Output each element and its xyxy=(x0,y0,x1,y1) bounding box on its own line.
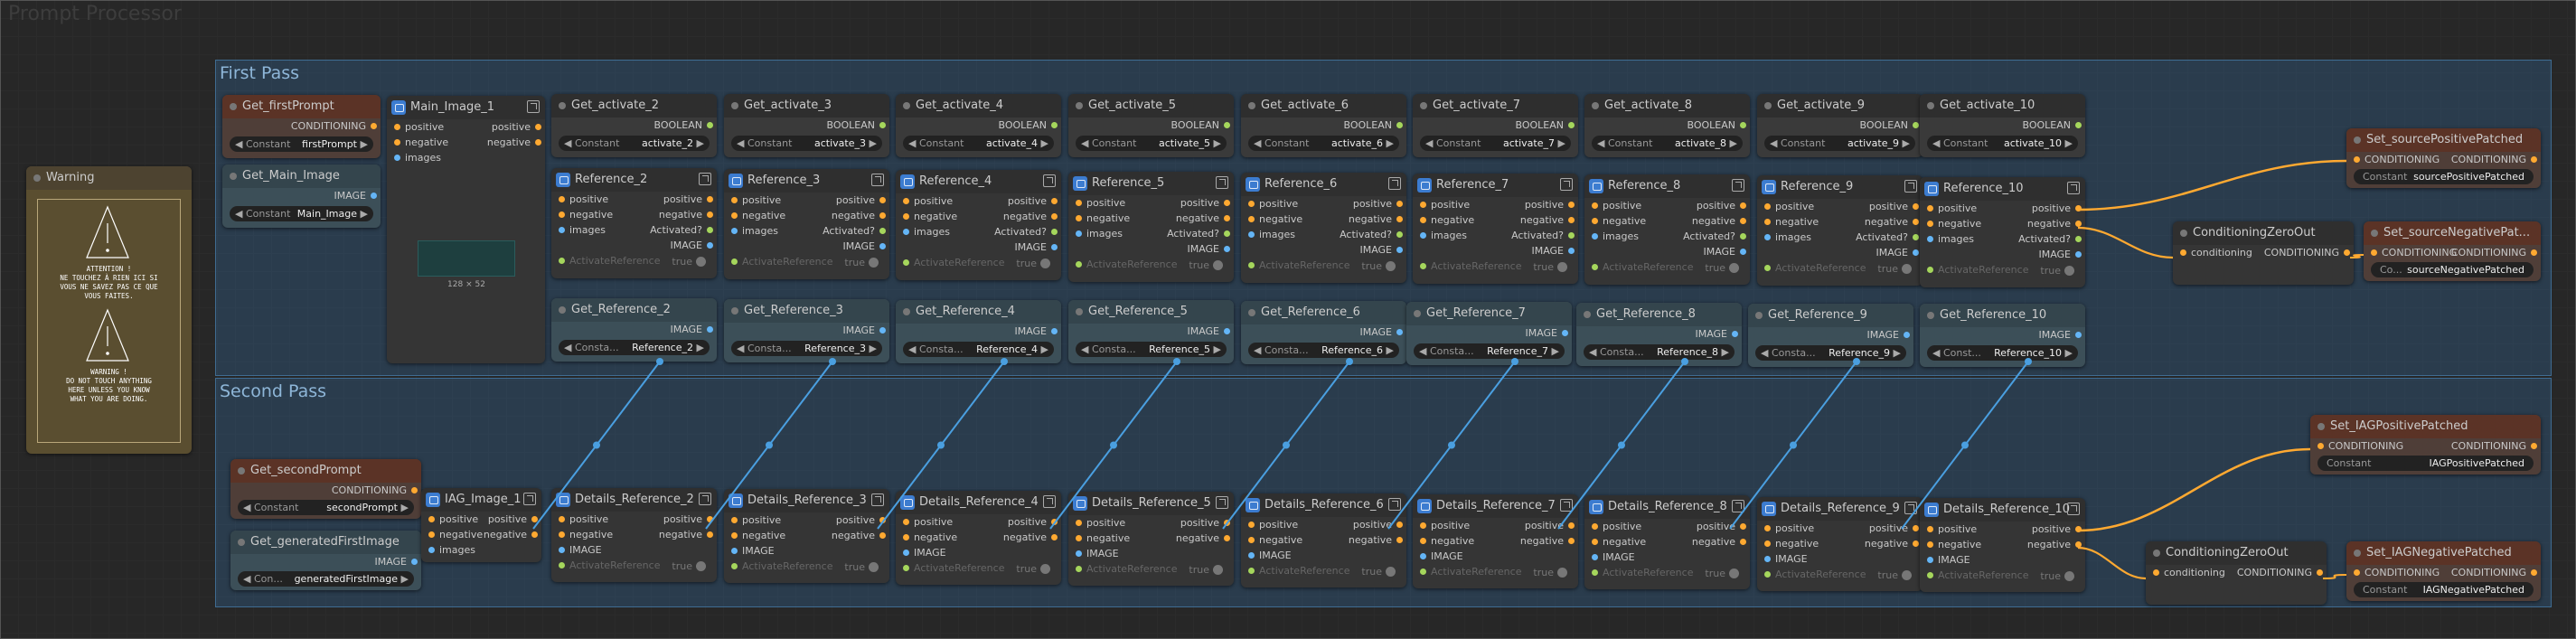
wire-midpoint xyxy=(1173,358,1180,365)
wire-midpoint xyxy=(829,358,836,365)
wire-midpoint xyxy=(1283,441,1290,449)
connection-wires xyxy=(532,159,2364,580)
connection-wire xyxy=(2077,159,2347,211)
wire-midpoint xyxy=(656,358,663,365)
connection-wire xyxy=(2077,447,2311,532)
wire-midpoint xyxy=(1448,441,1455,449)
wire-midpoint xyxy=(593,441,600,449)
wire-midpoint xyxy=(2025,358,2032,365)
connection-wire xyxy=(2322,574,2347,579)
wire-midpoint xyxy=(1790,441,1797,449)
wire-midpoint xyxy=(1511,358,1518,365)
connection-wire xyxy=(2077,226,2174,259)
wire-midpoint xyxy=(1681,358,1688,365)
wire-midpoint xyxy=(1853,358,1860,365)
wire-midpoint xyxy=(1346,358,1353,365)
node-canvas[interactable]: Prompt Processor First Pass Second Pass … xyxy=(0,0,2576,639)
wire-midpoint xyxy=(1618,441,1625,449)
connection-wire xyxy=(2349,254,2364,258)
wire-midpoint xyxy=(937,441,945,449)
wire-midpoint xyxy=(766,441,773,449)
wire-midpoint xyxy=(1001,358,1008,365)
connection-wire xyxy=(2077,546,2147,580)
wire-midpoint xyxy=(1110,441,1117,449)
wire-midpoint xyxy=(1961,441,1969,449)
